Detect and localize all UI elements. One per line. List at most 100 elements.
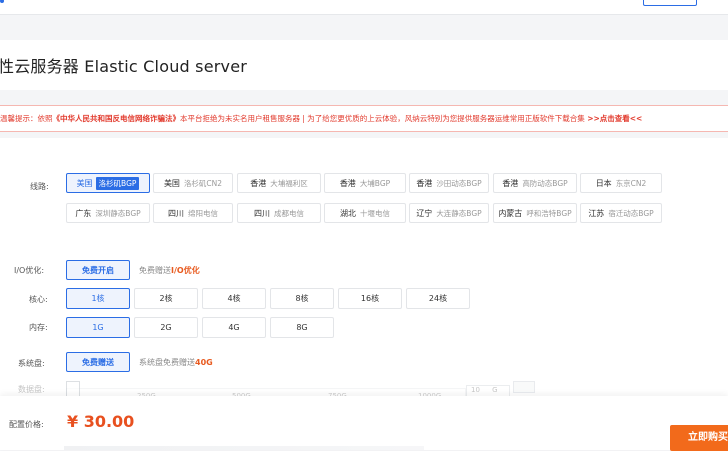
system-disk-hint: 系统盘免费赠送40G (139, 357, 213, 368)
line-option-node: 洛杉矶BGP (95, 176, 140, 190)
memory-option-label: 2G (160, 323, 172, 332)
line-option[interactable]: 四川 绵阳电信 (153, 203, 233, 223)
cpu-option-label: 2核 (159, 294, 173, 303)
line-option-region: 香港 (250, 178, 267, 188)
footer-faint-text (64, 446, 424, 450)
io-label: I/O优化: (14, 266, 45, 275)
line-option-region: 内蒙古 (498, 208, 523, 218)
line-option-node: 成都电信 (274, 208, 304, 218)
logo-mark-icon (0, 0, 4, 3)
line-option-node: 东京CN2 (615, 178, 647, 188)
line-option-region: 日本 (595, 178, 612, 188)
buy-now-button[interactable]: 立即购买 (670, 425, 728, 451)
cpu-option[interactable]: 8核 (270, 288, 334, 309)
data-disk-stepper-up[interactable] (513, 381, 535, 393)
top-right-button[interactable] (643, 0, 697, 6)
io-hint-text: 免费赠送 (139, 266, 171, 275)
io-enable-button[interactable]: 免费开启 (66, 260, 130, 280)
system-disk-button-label: 免费赠送 (82, 357, 114, 367)
memory-label: 内存: (29, 323, 48, 332)
data-disk-slider-handle[interactable] (66, 381, 80, 397)
line-option-region: 广东 (75, 208, 92, 218)
section-marker (0, 168, 5, 176)
page-title: 性云服务器 Elastic Cloud server (0, 57, 248, 76)
data-disk-value: 10 (471, 386, 480, 394)
line-option[interactable]: 江苏 宿迁动态BGP (580, 203, 662, 223)
price-label: 配置价格: (9, 420, 44, 429)
line-option[interactable]: 香港 沙田动态BGP (409, 173, 489, 193)
line-option-region: 美国 (163, 178, 180, 188)
cpu-option[interactable]: 1核 (66, 288, 130, 309)
system-disk-hint-text: 系统盘免费赠送 (139, 358, 195, 367)
cpu-option-label: 1核 (91, 294, 105, 303)
io-enable-label: 免费开启 (82, 265, 114, 275)
notice-banner: 温馨提示：依照《中华人民共和国反电信网络诈骗法》本平台拒绝为未实名用户租售服务器… (0, 105, 728, 132)
line-option[interactable]: 内蒙古 呼和浩特BGP (493, 203, 577, 223)
line-option-region: 湖北 (340, 208, 356, 218)
notice-law: 《中华人民共和国反电信网络诈骗法》 (52, 114, 181, 123)
cpu-option[interactable]: 2核 (134, 288, 198, 309)
cpu-label: 核心: (29, 295, 48, 304)
line-option-region: 四川 (254, 208, 270, 218)
line-option-node: 高防动态BGP (522, 178, 568, 188)
data-disk-label: 数据盘: (18, 385, 45, 394)
line-option-region: 香港 (502, 178, 519, 188)
cpu-option[interactable]: 4核 (202, 288, 266, 309)
line-option[interactable]: 湖北 十堰电信 (324, 203, 406, 223)
line-option-region: 辽宁 (416, 208, 433, 218)
notice-link[interactable]: 点击查看 (600, 114, 630, 123)
line-option[interactable]: 辽宁 大连静态BGP (409, 203, 489, 223)
line-option-region: 江苏 (588, 208, 605, 218)
line-option[interactable]: 广东 深圳静态BGP (66, 203, 150, 223)
line-option-node: 大埔福利区 (270, 178, 308, 188)
memory-option-label: 4G (228, 323, 240, 332)
memory-option-label: 1G (92, 323, 104, 332)
cpu-option-label: 8核 (295, 294, 309, 303)
line-option-node: 大连静态BGP (436, 208, 482, 218)
line-option[interactable]: 香港 大埔福利区 (237, 173, 321, 193)
line-option[interactable]: 美国 洛杉矶BGP (66, 173, 150, 193)
line-option-node: 宿迁动态BGP (608, 208, 654, 218)
line-option-node: 深圳静态BGP (95, 208, 141, 218)
line-option[interactable]: 香港 大埔BGP (324, 173, 406, 193)
io-hint: 免费赠送I/O优化 (139, 265, 200, 276)
memory-option[interactable]: 8G (270, 317, 334, 338)
line-option-node: 绵阳电信 (188, 208, 218, 218)
top-navbar (0, 0, 728, 15)
line-option[interactable]: 美国 洛杉矶CN2 (153, 173, 233, 193)
line-option-region: 香港 (339, 178, 356, 188)
notice-arrow-close: << (629, 114, 643, 123)
notice-prefix: 温馨提示：依照 (0, 114, 53, 123)
memory-option[interactable]: 1G (66, 317, 130, 338)
cpu-option-label: 4核 (227, 294, 241, 303)
cpu-option-label: 16核 (360, 294, 380, 303)
line-option-node: 呼和浩特BGP (526, 208, 572, 218)
cpu-option[interactable]: 16核 (338, 288, 402, 309)
memory-option-label: 8G (296, 323, 308, 332)
logo[interactable] (0, 0, 46, 4)
system-disk-button[interactable]: 免费赠送 (66, 352, 130, 372)
line-option-node: 洛杉矶CN2 (183, 178, 223, 188)
memory-option[interactable]: 2G (134, 317, 198, 338)
price-value: ¥ 30.00 (67, 412, 135, 431)
cpu-option[interactable]: 24核 (406, 288, 470, 309)
cpu-option-label: 24核 (428, 294, 448, 303)
section-marker (0, 244, 5, 252)
notice-body: 本平台拒绝为未实名用户租售服务器 | 为了给您更优质的上云体验，风纳云特别为您提… (180, 114, 585, 123)
line-option-node: 大埔BGP (359, 178, 391, 188)
line-option-region: 美国 (76, 178, 93, 188)
notice-arrow-open: >> (587, 114, 600, 123)
line-label: 线路: (30, 182, 49, 191)
io-hint-highlight: I/O优化 (171, 266, 200, 275)
line-option[interactable]: 四川 成都电信 (237, 203, 321, 223)
memory-option[interactable]: 4G (202, 317, 266, 338)
data-disk-unit: G (492, 386, 498, 394)
line-option[interactable]: 香港 高防动态BGP (493, 173, 577, 193)
line-option[interactable]: 日本 东京CN2 (580, 173, 662, 193)
system-disk-hint-highlight: 40G (195, 358, 213, 367)
line-option-region: 四川 (168, 208, 184, 218)
line-option-node: 沙田动态BGP (436, 178, 482, 188)
line-option-node: 十堰电信 (360, 208, 390, 218)
line-option-region: 香港 (416, 178, 433, 188)
system-disk-label: 系统盘: (18, 359, 45, 368)
